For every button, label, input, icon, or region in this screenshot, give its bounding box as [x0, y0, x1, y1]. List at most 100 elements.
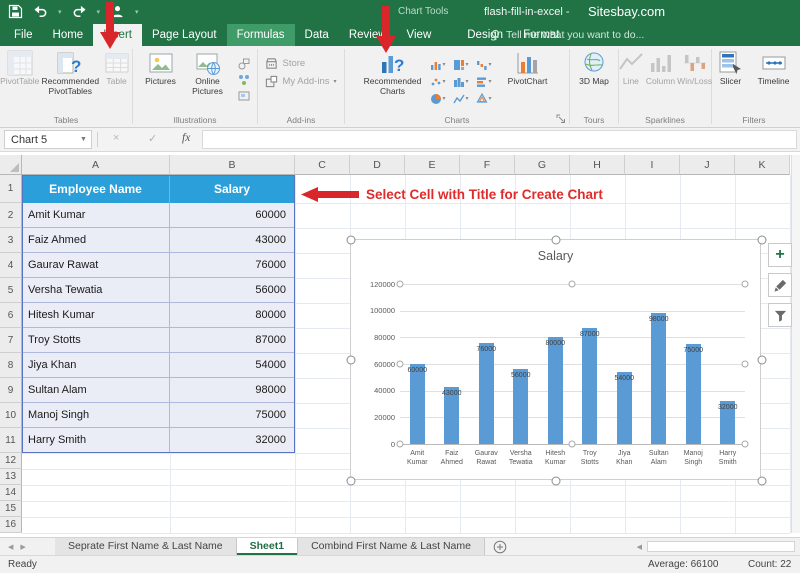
mini-waterfall-chart-button[interactable]: ▾: [476, 57, 497, 72]
cell-employee-name[interactable]: Hitesh Kumar: [22, 303, 170, 328]
tab-file[interactable]: File: [4, 24, 43, 46]
row-header-2[interactable]: 2: [0, 203, 22, 228]
chart-bar[interactable]: [410, 364, 425, 444]
save-icon[interactable]: [8, 4, 23, 19]
formula-input[interactable]: [202, 130, 797, 149]
chart-selection-handle[interactable]: [758, 477, 767, 486]
cell-salary[interactable]: 76000: [170, 253, 295, 278]
sheet-tab-combind-first-name-last-name[interactable]: Combind First Name & Last Name: [298, 538, 485, 555]
chart-selection-handle[interactable]: [552, 236, 561, 245]
row-header-6[interactable]: 6: [0, 303, 22, 328]
column-header-a[interactable]: A: [22, 155, 170, 175]
tab-formulas[interactable]: Formulas: [227, 24, 295, 46]
qat-customize-caret[interactable]: ▾: [135, 8, 139, 16]
shapes-icon[interactable]: [238, 58, 250, 70]
redo-icon[interactable]: [72, 4, 87, 19]
plot-area-handle[interactable]: [397, 361, 404, 368]
mini-scatter-chart-button[interactable]: ▾: [430, 74, 451, 89]
row-header-11[interactable]: 11: [0, 428, 22, 453]
horizontal-scrollbar[interactable]: [647, 541, 795, 552]
row-header-4[interactable]: 4: [0, 253, 22, 278]
mini-column-chart-button[interactable]: ▾: [430, 57, 451, 72]
row-header-12[interactable]: 12: [0, 453, 22, 469]
qat-dropdown-caret[interactable]: ▾: [58, 8, 62, 16]
line-button[interactable]: Line: [618, 49, 644, 88]
table-header-salary[interactable]: Salary: [170, 175, 295, 203]
chart-filters-button[interactable]: [768, 303, 792, 327]
cell-salary[interactable]: 43000: [170, 228, 295, 253]
insert-function-icon[interactable]: fx: [182, 132, 190, 144]
row-header-8[interactable]: 8: [0, 353, 22, 378]
chart-bar[interactable]: [513, 369, 528, 444]
sheet-prev-icon[interactable]: ◀: [8, 543, 13, 551]
row-header-9[interactable]: 9: [0, 378, 22, 403]
vertical-scrollbar[interactable]: [791, 155, 800, 533]
row-header-3[interactable]: 3: [0, 228, 22, 253]
row-header-5[interactable]: 5: [0, 278, 22, 303]
cell-employee-name[interactable]: Troy Stotts: [22, 328, 170, 353]
column-header-j[interactable]: J: [680, 155, 735, 175]
column-header-e[interactable]: E: [405, 155, 460, 175]
chart-elements-button[interactable]: +: [768, 243, 792, 267]
column-button[interactable]: Column: [646, 49, 675, 88]
cell-employee-name[interactable]: Sultan Alam: [22, 378, 170, 403]
row-header-14[interactable]: 14: [0, 485, 22, 501]
recommended-pivottables-button[interactable]: ?Recommended PivotTables: [41, 49, 99, 97]
sheet-tab-sheet1[interactable]: Sheet1: [237, 538, 298, 555]
row-header-13[interactable]: 13: [0, 469, 22, 485]
chart-title[interactable]: Salary: [351, 249, 760, 263]
column-header-k[interactable]: K: [735, 155, 790, 175]
hscroll-left-icon[interactable]: ◀: [637, 543, 642, 551]
plot-area-handle[interactable]: [742, 441, 749, 448]
table-header-employee-name[interactable]: Employee Name: [22, 175, 170, 203]
plot-area-handle[interactable]: [569, 281, 576, 288]
online-pictures-button[interactable]: Online Pictures: [183, 49, 233, 97]
cell-salary[interactable]: 32000: [170, 428, 295, 453]
cell-salary[interactable]: 75000: [170, 403, 295, 428]
row-header-1[interactable]: 1: [0, 175, 22, 203]
cell-employee-name[interactable]: Versha Tewatia: [22, 278, 170, 303]
tab-home[interactable]: Home: [43, 24, 94, 46]
screenshot-icon[interactable]: [238, 90, 250, 102]
select-all-corner[interactable]: [0, 155, 22, 175]
row-header-7[interactable]: 7: [0, 328, 22, 353]
chart-selection-handle[interactable]: [758, 236, 767, 245]
chart-bar[interactable]: [479, 343, 494, 444]
column-header-f[interactable]: F: [460, 155, 515, 175]
mini-bar-chart-button[interactable]: ▾: [476, 74, 497, 89]
row-header-10[interactable]: 10: [0, 403, 22, 428]
cancel-icon[interactable]: ×: [113, 132, 119, 144]
cell-employee-name[interactable]: Harry Smith: [22, 428, 170, 453]
undo-icon[interactable]: [33, 4, 48, 19]
pivotchart-button[interactable]: PivotChart: [501, 49, 555, 88]
cell-salary[interactable]: 80000: [170, 303, 295, 328]
chart-selection-handle[interactable]: [347, 477, 356, 486]
table-button[interactable]: Table: [101, 49, 132, 88]
pictures-button[interactable]: Pictures: [141, 49, 181, 88]
cell-salary[interactable]: 56000: [170, 278, 295, 303]
chart-selection-handle[interactable]: [552, 477, 561, 486]
row-header-15[interactable]: 15: [0, 501, 22, 517]
column-header-c[interactable]: C: [295, 155, 350, 175]
chart-bar[interactable]: [582, 328, 597, 444]
new-sheet-icon[interactable]: [493, 540, 507, 554]
cell-salary[interactable]: 60000: [170, 203, 295, 228]
plot-area-handle[interactable]: [397, 441, 404, 448]
store-button[interactable]: Store: [265, 57, 336, 70]
plot-area-handle[interactable]: [742, 281, 749, 288]
chart-bar[interactable]: [651, 313, 666, 444]
cell-employee-name[interactable]: Gaurav Rawat: [22, 253, 170, 278]
enter-check-icon[interactable]: ✓: [148, 132, 157, 145]
plot-area-handle[interactable]: [569, 441, 576, 448]
chart-bar[interactable]: [548, 337, 563, 444]
tab-view[interactable]: View: [397, 24, 442, 46]
plot-area-handle[interactable]: [742, 361, 749, 368]
column-header-h[interactable]: H: [570, 155, 625, 175]
cell-employee-name[interactable]: Faiz Ahmed: [22, 228, 170, 253]
chart-selection-handle[interactable]: [347, 356, 356, 365]
cell-salary[interactable]: 87000: [170, 328, 295, 353]
pivottable-button[interactable]: PivotTable: [0, 49, 39, 88]
slicer-button[interactable]: Slicer: [712, 49, 749, 88]
cell-employee-name[interactable]: Jiya Khan: [22, 353, 170, 378]
embedded-chart[interactable]: Salary0200004000060000800001000001200006…: [350, 239, 761, 480]
